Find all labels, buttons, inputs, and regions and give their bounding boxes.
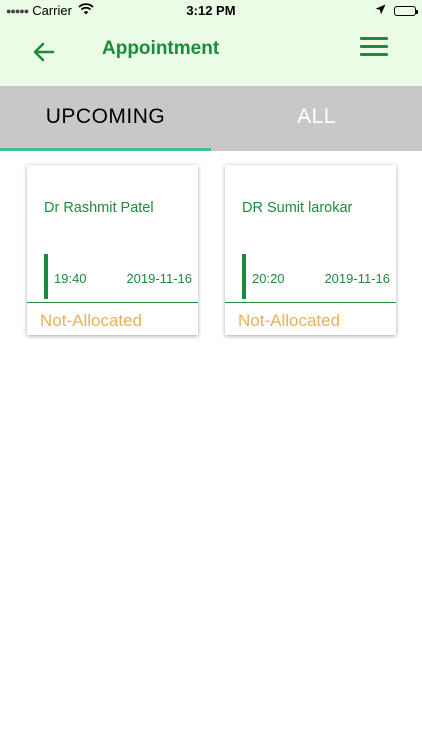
doctor-name: DR Sumit larokar xyxy=(242,200,353,216)
tab-upcoming[interactable]: UPCOMING xyxy=(0,86,211,148)
header: Appointment xyxy=(0,22,422,86)
battery-icon xyxy=(394,5,418,16)
tab-selected-indicator xyxy=(0,148,211,151)
location-arrow-icon xyxy=(375,3,386,18)
allocation-status: Not-Allocated xyxy=(40,311,143,330)
status-right xyxy=(375,3,418,18)
tab-all[interactable]: ALL xyxy=(211,86,422,148)
appointment-time: 19:40 xyxy=(54,271,87,286)
appointment-date: 2019-11-16 xyxy=(126,271,192,286)
appointment-date: 2019-11-16 xyxy=(324,271,390,286)
doctor-name: Dr Rashmit Patel xyxy=(44,200,154,216)
appointment-card[interactable]: DR Sumit larokar 20:20 2019-11-16 Not-Al… xyxy=(225,165,396,335)
card-divider xyxy=(225,302,396,303)
page-title: Appointment xyxy=(102,38,220,59)
allocation-status: Not-Allocated xyxy=(238,311,341,330)
card-divider xyxy=(27,302,198,303)
tab-bar: UPCOMING ALL xyxy=(0,86,422,151)
menu-button[interactable] xyxy=(360,37,388,61)
appointment-card[interactable]: Dr Rashmit Patel 19:40 2019-11-16 Not-Al… xyxy=(27,165,198,335)
hamburger-menu-icon xyxy=(360,37,388,56)
card-accent-bar xyxy=(242,254,246,299)
back-button[interactable] xyxy=(28,36,60,68)
card-accent-bar xyxy=(44,254,48,299)
status-bar: ●●●●● Carrier 3:12 PM xyxy=(0,0,422,22)
status-time: 3:12 PM xyxy=(186,3,236,18)
appointment-time: 20:20 xyxy=(252,271,285,286)
arrow-left-icon xyxy=(33,42,55,62)
